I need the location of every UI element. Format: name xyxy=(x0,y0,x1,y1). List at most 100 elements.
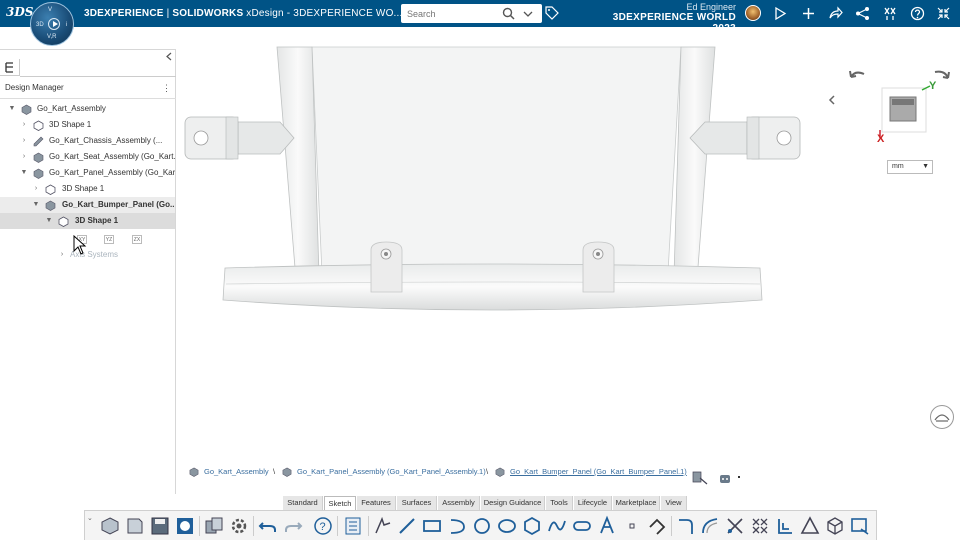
robot-icon[interactable] xyxy=(718,472,732,484)
network-icon[interactable] xyxy=(855,6,870,21)
axis-x-label: X xyxy=(877,133,885,145)
help-icon[interactable]: ? xyxy=(312,515,334,537)
fillet-icon[interactable] xyxy=(646,515,668,537)
sketch-plane-icon[interactable] xyxy=(849,515,871,537)
assembly-icon[interactable] xyxy=(174,515,196,537)
sketch-icon[interactable] xyxy=(342,515,364,537)
tab-marketplace[interactable]: Marketplace xyxy=(613,496,660,510)
tree-item-label: Go_Kart_Panel_Assembly (Go_Kar... xyxy=(49,168,175,177)
tree-item[interactable]: ▼ Go_Kart_Bumper_Panel (Go... xyxy=(0,197,175,213)
tab-assembly[interactable]: Assembly xyxy=(438,496,480,510)
chevron-left-icon[interactable] xyxy=(827,94,837,109)
tree-tab[interactable] xyxy=(0,59,20,76)
search-box[interactable] xyxy=(401,4,542,23)
expand-toggle-icon[interactable]: › xyxy=(20,133,28,149)
polygon-icon[interactable] xyxy=(521,515,543,537)
tab-lifecycle[interactable]: Lifecycle xyxy=(574,496,612,510)
text-icon[interactable] xyxy=(596,515,618,537)
convert-icon[interactable] xyxy=(774,515,796,537)
circle-icon[interactable] xyxy=(471,515,493,537)
spline-icon[interactable] xyxy=(546,515,568,537)
search-input[interactable] xyxy=(401,4,501,23)
redo-icon[interactable] xyxy=(282,515,304,537)
settings-icon[interactable] xyxy=(228,515,250,537)
tree-item-label: Go_Kart_Bumper_Panel (Go... xyxy=(62,200,175,209)
3d-viewport[interactable] xyxy=(177,27,960,494)
smart-dimension-icon[interactable] xyxy=(372,515,394,537)
tab-standard[interactable]: Standard xyxy=(283,496,323,510)
tree-item[interactable]: › 3D Shape 1 xyxy=(0,181,175,197)
rotate-right-icon[interactable] xyxy=(934,70,950,79)
component-tool-icon[interactable] xyxy=(691,470,709,485)
expand-toggle-icon[interactable]: › xyxy=(20,117,28,133)
tab-view[interactable]: View xyxy=(661,496,687,510)
breadcrumb-label: Go_Kart_Assembly xyxy=(204,467,269,476)
expand-toggle-icon[interactable]: ▼ xyxy=(8,101,16,117)
chevron-down-icon[interactable]: ⌄ xyxy=(87,514,93,522)
ellipse-icon[interactable] xyxy=(496,515,518,537)
shape-icon xyxy=(58,216,69,227)
new-part-icon[interactable] xyxy=(124,515,146,537)
add-icon[interactable] xyxy=(801,6,816,21)
assembly-icon xyxy=(33,152,44,163)
compass-top-label: V xyxy=(48,7,53,13)
expand-toggle-icon[interactable]: ▼ xyxy=(20,165,28,181)
mirror-icon[interactable] xyxy=(724,515,746,537)
rotate-left-icon[interactable] xyxy=(849,70,865,78)
tab-design-guidance[interactable]: Design Guidance xyxy=(481,496,545,510)
construction-icon[interactable] xyxy=(799,515,821,537)
slot-icon[interactable] xyxy=(571,515,593,537)
expand-toggle-icon[interactable]: ▼ xyxy=(45,213,53,229)
help-icon[interactable] xyxy=(910,6,925,21)
undo-icon[interactable] xyxy=(257,515,279,537)
tag-icon[interactable] xyxy=(545,6,559,20)
apps-icon[interactable] xyxy=(883,6,898,21)
chevron-down-icon[interactable] xyxy=(522,7,534,20)
more-options-icon[interactable]: ⋮ xyxy=(162,83,171,94)
share-icon[interactable] xyxy=(828,6,843,21)
tree-item[interactable]: ▼ Go_Kart_Assembly xyxy=(0,101,175,117)
measure-tool-icon[interactable] xyxy=(930,405,954,429)
rectangle-icon[interactable] xyxy=(421,515,443,537)
tree-item[interactable]: › Axis Systems xyxy=(0,247,175,263)
tab-features[interactable]: Features xyxy=(357,496,396,510)
units-select[interactable]: mm ▼ xyxy=(887,160,933,174)
tree-item[interactable]: ▼ Go_Kart_Panel_Assembly (Go_Kar... xyxy=(0,165,175,181)
plane-yz-icon[interactable]: YZ xyxy=(104,235,114,244)
plane-zx-icon[interactable]: ZX xyxy=(132,235,142,244)
insert-component-icon[interactable] xyxy=(99,515,121,537)
tree-item[interactable]: › Go_Kart_Chassis_Assembly (... xyxy=(0,133,175,149)
avatar[interactable] xyxy=(745,5,761,21)
tree-item-label: Go_Kart_Seat_Assembly (Go_Kart... xyxy=(49,152,175,161)
arc-icon[interactable] xyxy=(446,515,468,537)
collapse-icon[interactable] xyxy=(936,6,951,21)
tree-item[interactable]: › 3D Shape 1 xyxy=(0,117,175,133)
expand-toggle-icon[interactable]: ▼ xyxy=(32,197,40,213)
expand-toggle-icon[interactable]: › xyxy=(58,247,66,263)
compass-icon[interactable] xyxy=(773,6,788,21)
expand-toggle-icon[interactable]: › xyxy=(20,149,28,165)
search-icon[interactable] xyxy=(502,7,515,20)
tab-surfaces[interactable]: Surfaces xyxy=(397,496,437,510)
tab-tools[interactable]: Tools xyxy=(546,496,573,510)
chevron-left-icon[interactable] xyxy=(165,52,173,63)
tree-item[interactable]: ▼ 3D Shape 1 xyxy=(0,213,175,229)
play-icon[interactable] xyxy=(48,18,60,30)
insert-icon[interactable] xyxy=(203,515,225,537)
tree-item[interactable]: › Go_Kart_Seat_Assembly (Go_Kart... xyxy=(0,149,175,165)
assembly-icon xyxy=(21,104,32,115)
expand-toggle-icon[interactable]: › xyxy=(32,181,40,197)
compass-widget[interactable]: V 3D i V,R xyxy=(30,2,74,46)
pattern-icon[interactable] xyxy=(749,515,771,537)
view-cube[interactable] xyxy=(848,68,958,148)
tab-sketch[interactable]: Sketch xyxy=(324,496,356,510)
save-icon[interactable] xyxy=(149,515,171,537)
offset-icon[interactable] xyxy=(699,515,721,537)
point-icon[interactable] xyxy=(621,515,643,537)
toolbar-separator xyxy=(368,516,369,536)
line-icon[interactable] xyxy=(396,515,418,537)
view-cube-icon[interactable] xyxy=(824,515,846,537)
brand-name: 3DEXPERIENCE xyxy=(84,8,164,19)
trim-icon[interactable] xyxy=(675,515,697,537)
bumper-panel-model[interactable] xyxy=(177,27,960,494)
